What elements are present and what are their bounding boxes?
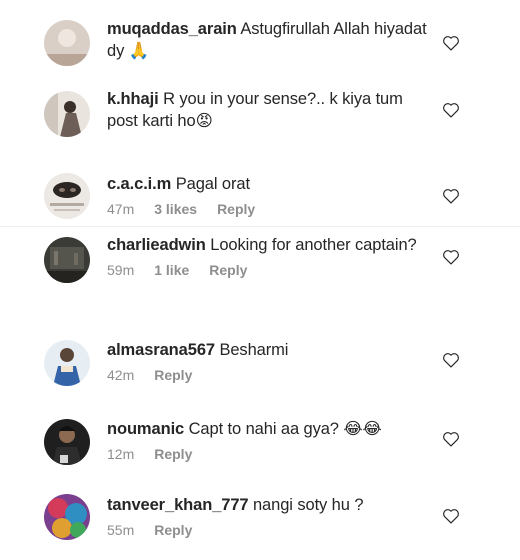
comment-likes-count[interactable]: 1 like [154,262,189,278]
avatar[interactable] [44,237,90,283]
comment-meta: 47m 3 likes Reply [107,201,427,217]
comment-body: nangi soty hu ? [252,496,364,514]
heart-outline-icon[interactable] [442,431,460,447]
comment-time: 59m [107,262,135,278]
reply-button[interactable]: Reply [209,262,247,278]
comment-time: 12m [107,446,135,462]
heart-outline-icon[interactable] [442,508,460,524]
comment-body: Capt to nahi aa gya? [188,420,339,438]
comment-username[interactable]: c.a.c.i.m [107,175,171,193]
comment-username[interactable]: charlieadwin [107,236,206,254]
comment-body: Besharmi [219,341,289,359]
comment-meta: 12m Reply [107,446,427,462]
comment-text: k.hhaji R you in your sense?.. k kiya tu… [107,88,427,132]
comment-text: noumanic Capt to nahi aa gya? 😂😂 [107,418,427,440]
comment-emoji: 😂😂 [343,420,382,438]
comment-username[interactable]: muqaddas_arain [107,20,237,38]
avatar[interactable] [44,173,90,219]
reply-button[interactable]: Reply [217,201,255,217]
avatar[interactable] [44,20,90,66]
comment-username[interactable]: almasrana567 [107,341,215,359]
avatar[interactable] [44,494,90,540]
comment-username[interactable]: tanveer_khan_777 [107,496,249,514]
reply-button[interactable]: Reply [154,522,192,538]
comment-meta: 42m Reply [107,367,427,383]
reply-button[interactable]: Reply [154,367,192,383]
avatar[interactable] [44,419,90,465]
comment-text: tanveer_khan_777 nangi soty hu ? [107,494,427,516]
comment-time: 55m [107,522,135,538]
comment-meta: 59m 1 like Reply [107,262,427,278]
comment-meta: 55m Reply [107,522,427,538]
comment-body: Pagal orat [175,175,250,193]
heart-outline-icon[interactable] [442,249,460,265]
comment-text: muqaddas_arain Astugfirullah Allah hiyad… [107,18,427,62]
comment-time: 42m [107,367,135,383]
comment-text: charlieadwin Looking for another captain… [107,234,427,256]
divider [0,226,520,227]
heart-outline-icon[interactable] [442,35,460,51]
comment-time: 47m [107,201,135,217]
reply-button[interactable]: Reply [154,446,192,462]
avatar[interactable] [44,91,90,137]
comment-username[interactable]: noumanic [107,420,184,438]
comment-body: Looking for another captain? [210,236,417,254]
comment-emoji: 🙏 [128,42,150,60]
comment-text: c.a.c.i.m Pagal orat [107,173,427,195]
avatar[interactable] [44,340,90,386]
comment-username[interactable]: k.hhaji [107,90,159,108]
comment-likes-count[interactable]: 3 likes [154,201,197,217]
heart-outline-icon[interactable] [442,352,460,368]
heart-outline-icon[interactable] [442,102,460,118]
comment-emoji: 😡 [195,112,213,130]
comment-text: almasrana567 Besharmi [107,339,427,361]
heart-outline-icon[interactable] [442,188,460,204]
